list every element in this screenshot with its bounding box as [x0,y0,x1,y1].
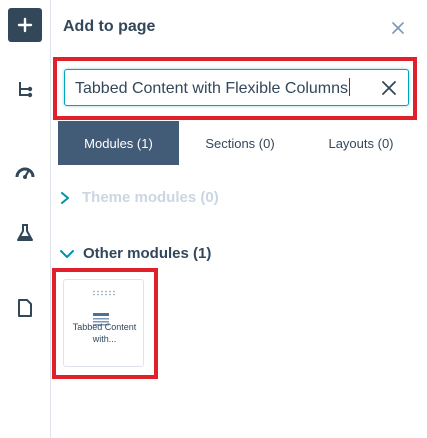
page-settings-button[interactable] [8,291,42,325]
close-icon [392,22,404,34]
search-input-text: Tabbed Content with Flexible Columns [75,78,351,97]
gauge-icon [15,167,35,179]
close-button[interactable] [388,18,408,38]
structure-button[interactable] [8,72,42,106]
chevron-down-icon [60,249,74,258]
add-button[interactable] [8,8,42,42]
flask-icon [17,224,33,241]
drag-handle-icon[interactable] [92,290,116,296]
optimize-button[interactable] [8,155,42,189]
other-modules-label: Other modules (1) [83,245,212,262]
page-icon [18,299,32,317]
theme-modules-label: Theme modules (0) [82,189,219,206]
module-card-label: Tabbed Content with... [72,322,137,344]
search-input[interactable]: Tabbed Content with Flexible Columns [64,69,409,106]
tab-sections[interactable]: Sections (0) [185,121,295,165]
tab-modules[interactable]: Modules (1) [58,121,179,165]
plus-icon [17,17,33,33]
tree-icon [19,82,33,98]
clear-search-button[interactable] [380,79,398,97]
theme-modules-toggle[interactable]: Theme modules (0) [60,189,219,206]
module-card[interactable]: Tabbed Content with... [63,279,144,367]
tab-layouts[interactable]: Layouts (0) [305,121,417,165]
clear-icon [382,81,396,95]
panel-title: Add to page [63,18,156,35]
left-rail [0,0,51,438]
test-button[interactable] [8,216,42,250]
chevron-right-icon [61,191,69,204]
other-modules-toggle[interactable]: Other modules (1) [60,245,211,262]
